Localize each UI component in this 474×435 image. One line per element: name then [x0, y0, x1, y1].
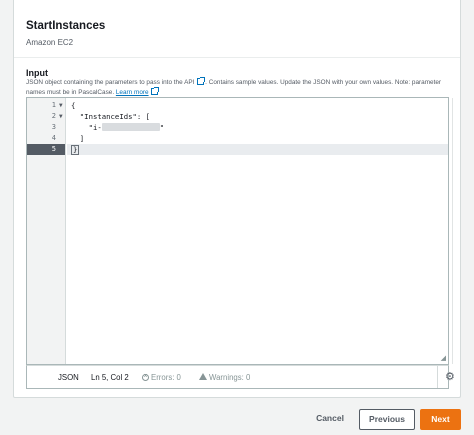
learn-more-link[interactable]: Learn more [116, 89, 149, 96]
external-link-icon[interactable] [151, 86, 160, 95]
language-indicator: JSON [58, 373, 79, 382]
description-text-1: JSON object containing the parameters to… [26, 79, 195, 86]
line-number: 2 [51, 112, 56, 120]
next-button[interactable]: Next [420, 409, 461, 430]
input-description: JSON object containing the parameters to… [26, 77, 454, 97]
code-line: { [71, 101, 76, 110]
editor-status-bar: JSON Ln 5, Col 2 Errors: 0 Warnings: 0 ⚙ [26, 365, 455, 389]
line-number: 4 [51, 134, 56, 142]
print-margin [452, 98, 453, 364]
page-title: StartInstances [26, 20, 106, 32]
fold-arrow-icon[interactable]: ▼ [59, 100, 63, 111]
error-icon [142, 372, 149, 382]
editor-gutter: 1 ▼ 2 ▼ 3 4 5 [27, 98, 66, 364]
warnings-indicator[interactable]: Warnings: 0 [199, 373, 250, 383]
line-number: 1 [51, 101, 56, 109]
code-line: ] [71, 134, 85, 143]
warnings-count: Warnings: 0 [209, 373, 251, 382]
active-code-line: } [67, 144, 448, 155]
service-subtitle: Amazon EC2 [26, 38, 74, 47]
instance-id-suffix: " [159, 123, 165, 132]
redacted-instance-id [101, 123, 160, 131]
gear-icon[interactable]: ⚙ [445, 370, 455, 383]
previous-button[interactable]: Previous [359, 409, 415, 430]
action-panel: StartInstances Amazon EC2 Input JSON obj… [13, 0, 461, 398]
status-divider [437, 366, 438, 388]
bracket-match: } [71, 145, 80, 155]
line-number: 3 [51, 123, 56, 131]
code-line: "i- " [71, 122, 448, 133]
cursor-position: Ln 5, Col 2 [91, 373, 129, 382]
fold-arrow-icon[interactable]: ▼ [59, 111, 63, 122]
warning-icon [199, 373, 207, 380]
errors-indicator[interactable]: Errors: 0 [142, 372, 181, 383]
code-area[interactable]: { "InstanceIds": [ "i- " ] } ◢ [67, 98, 453, 364]
active-line-number: 5 [27, 144, 65, 155]
input-label: Input [26, 68, 48, 78]
panel-header: StartInstances Amazon EC2 [14, 0, 460, 58]
external-link-icon[interactable] [197, 77, 206, 85]
json-editor[interactable]: 1 ▼ 2 ▼ 3 4 5 { "InstanceIds": [ "i- " ] [26, 97, 453, 365]
resize-handle-icon[interactable]: ◢ [441, 354, 446, 362]
errors-count: Errors: 0 [151, 373, 181, 382]
instance-id-prefix: "i- [71, 123, 102, 132]
code-line: "InstanceIds": [ [71, 112, 151, 121]
cancel-button[interactable]: Cancel [306, 409, 354, 430]
